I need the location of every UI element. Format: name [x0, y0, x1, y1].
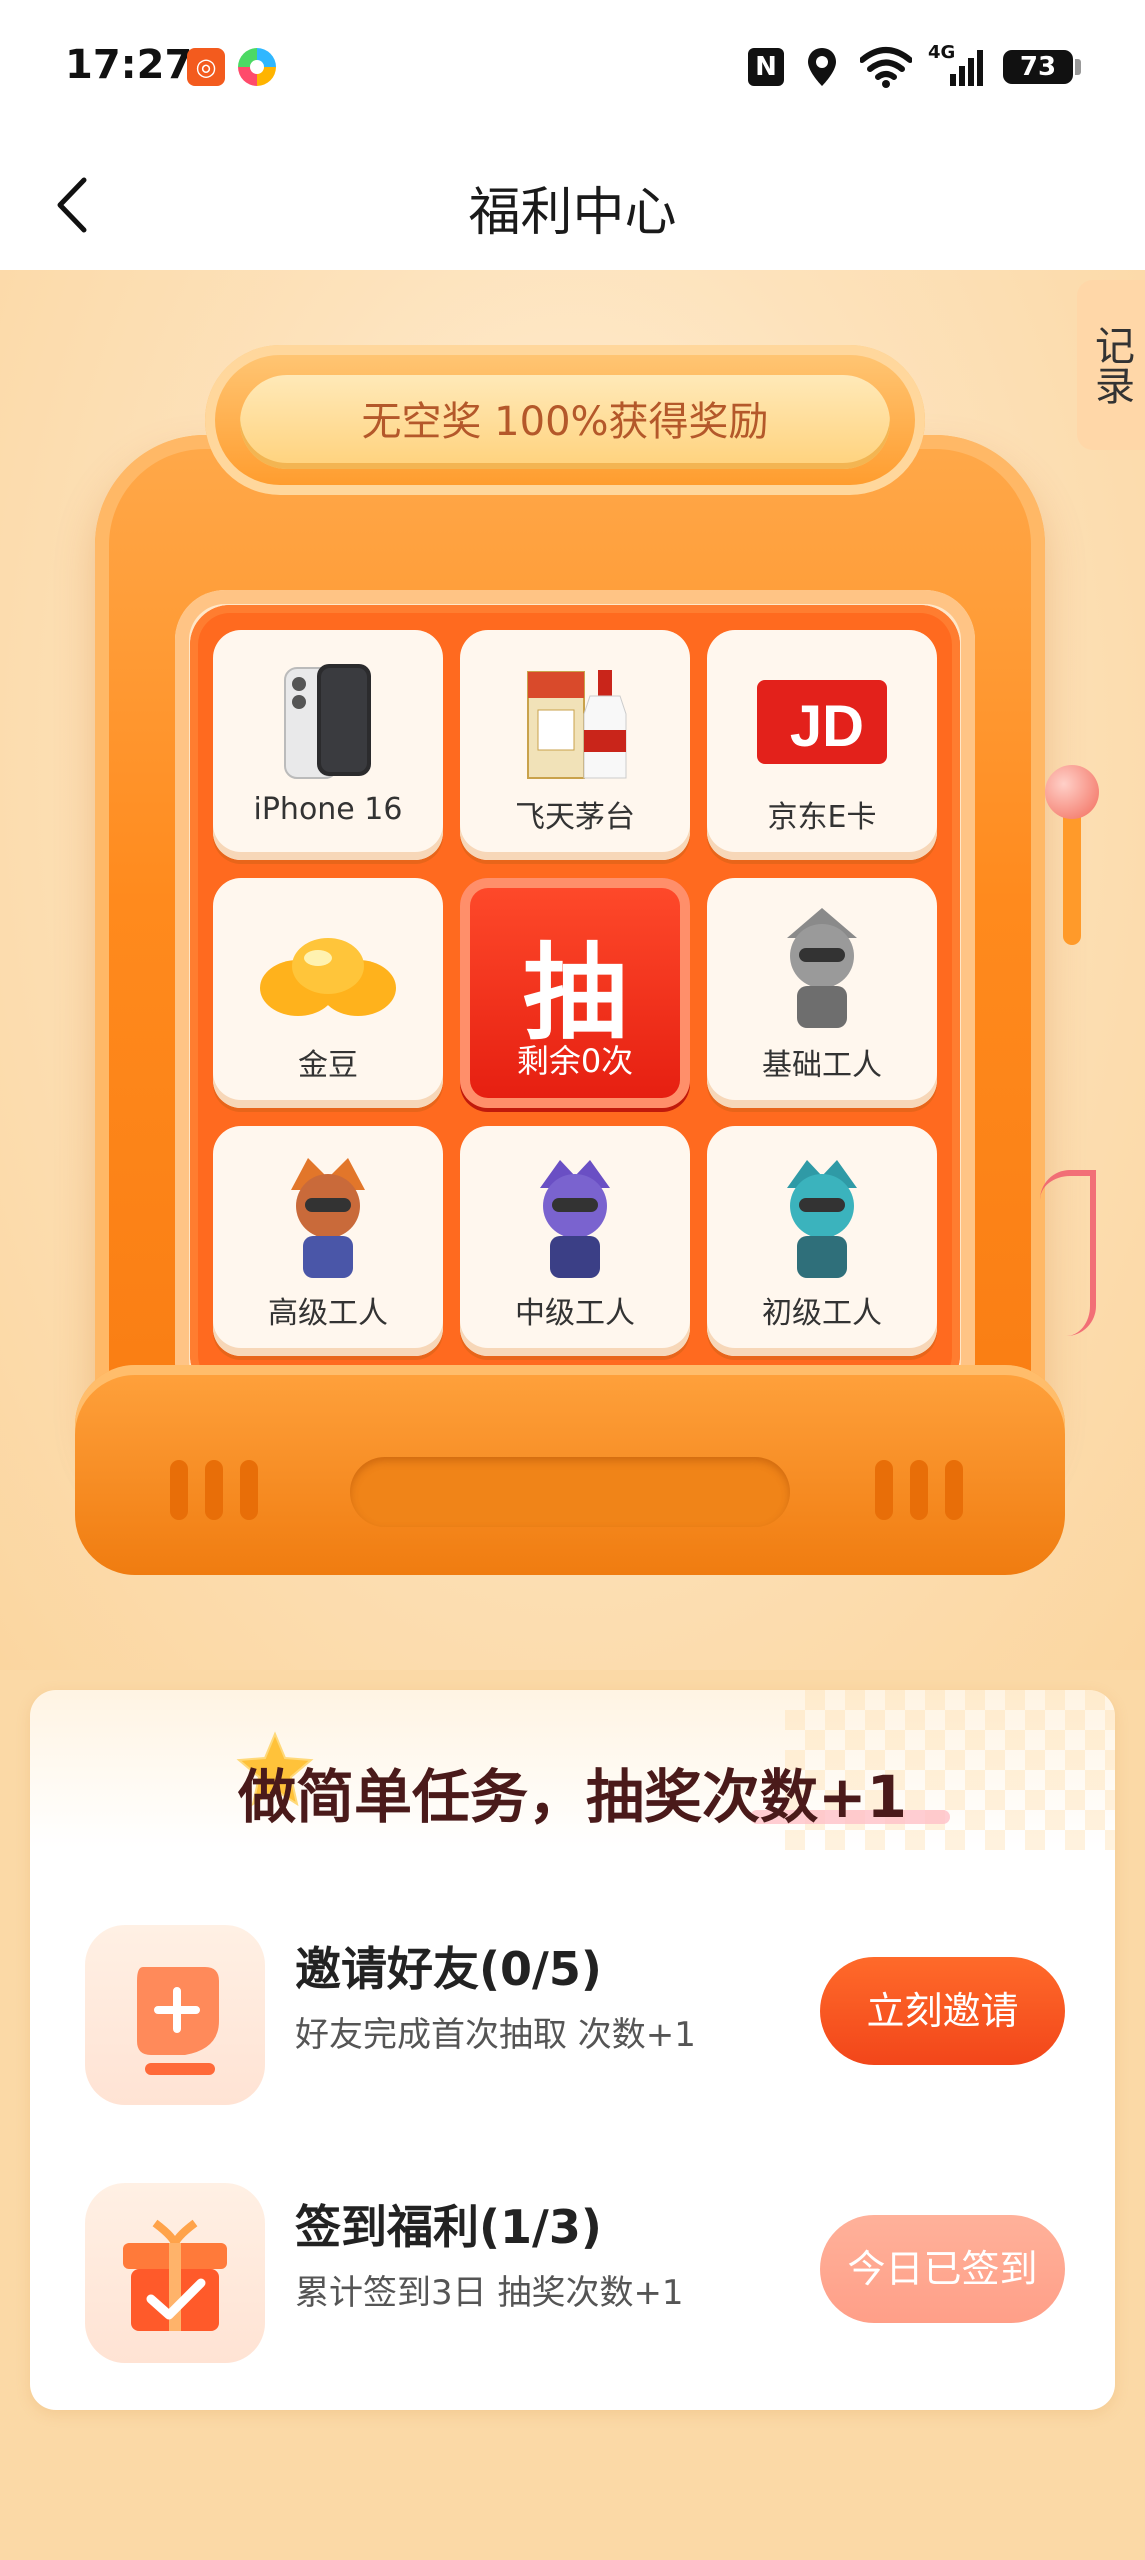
- task-row-checkin: 签到福利(1/3) 累计签到3日 抽奖次数+1 今日已签到: [30, 2173, 1115, 2373]
- prize-label: 高级工人: [268, 1296, 388, 1331]
- intermediate-worker-icon: [540, 1160, 610, 1278]
- invite-friend-icon: [137, 1967, 219, 2075]
- task-row-invite: 邀请好友(0/5) 好友完成首次抽取 次数+1 立刻邀请: [30, 1915, 1115, 2115]
- prize-label: 飞天茅台: [515, 800, 635, 835]
- prize-cell-jd-card: JD 京东E卡: [707, 630, 937, 860]
- prize-label: 金豆: [298, 1048, 358, 1083]
- prize-label: 初级工人: [762, 1296, 882, 1331]
- task-icon-container: [85, 1925, 265, 2105]
- vent: [945, 1460, 963, 1520]
- task-desc: 好友完成首次抽取 次数+1: [295, 2015, 696, 2055]
- gold-bean-icon: [260, 938, 396, 1016]
- prize-label: 京东E卡: [767, 800, 877, 835]
- nfc-icon: N: [748, 48, 784, 86]
- prize-label: 基础工人: [762, 1048, 882, 1083]
- checked-in-today-button[interactable]: 今日已签到: [820, 2215, 1065, 2323]
- battery-indicator: 73: [1003, 50, 1081, 84]
- banner-text: 无空奖 100%获得奖励: [361, 399, 769, 445]
- lottery-hero: 记录 无空奖 100%获得奖励 iPhone 16 飞天茅台 JD 京东E卡 金…: [0, 270, 1145, 1670]
- prize-cell-senior-worker: 高级工人: [213, 1126, 443, 1356]
- prize-cell-iphone: iPhone 16: [213, 630, 443, 860]
- coin-slot: [350, 1457, 790, 1527]
- location-icon: [808, 48, 836, 86]
- status-time: 17:27: [65, 42, 193, 88]
- prize-cell-junior-worker: 初级工人: [707, 1126, 937, 1356]
- gift-check-icon: [123, 2219, 227, 2331]
- ribbon-decoration: [1040, 1170, 1096, 1336]
- junior-worker-icon: [787, 1160, 857, 1278]
- draw-remaining: 剩余0次: [516, 1042, 634, 1080]
- vent: [205, 1460, 223, 1520]
- task-name: 邀请好友(0/5): [295, 1942, 602, 1996]
- lever-knob: [1045, 765, 1099, 819]
- prize-label: iPhone 16: [253, 792, 403, 827]
- prize-cell-basic-worker: 基础工人: [707, 878, 937, 1108]
- prize-cell-moutai: 飞天茅台: [460, 630, 690, 860]
- draw-button[interactable]: 抽 剩余0次: [460, 878, 690, 1108]
- task-section-title: 做简单任务，抽奖次数+1: [238, 1763, 907, 1831]
- vent: [170, 1460, 188, 1520]
- task-desc: 累计签到3日 抽奖次数+1: [295, 2273, 684, 2313]
- signal-icon: [950, 50, 983, 86]
- jd-card-icon: JD: [757, 680, 887, 764]
- kuaishou-app-icon: ◎: [187, 48, 225, 86]
- svg-text:JD: JD: [790, 694, 864, 759]
- nav-bar: 福利中心: [0, 140, 1145, 270]
- lever-stick: [1063, 805, 1081, 945]
- pinwheel-app-icon: [238, 48, 276, 86]
- liquor-icon: [527, 670, 627, 779]
- task-name: 签到福利(1/3): [295, 2200, 602, 2254]
- phone-icon: [284, 664, 371, 779]
- vent: [240, 1460, 258, 1520]
- wifi-icon: [860, 47, 912, 88]
- page-title: 福利中心: [468, 183, 677, 243]
- prize-label: 中级工人: [515, 1296, 635, 1331]
- senior-worker-icon: [291, 1158, 365, 1278]
- slot-machine: 无空奖 100%获得奖励 iPhone 16 飞天茅台 JD 京东E卡 金豆 抽…: [75, 345, 1099, 1575]
- status-bar: 17:27 ◎ N 4G 73: [0, 0, 1145, 140]
- task-icon-container: [85, 2183, 265, 2363]
- invite-now-button[interactable]: 立刻邀请: [820, 1957, 1065, 2065]
- task-card: 做简单任务，抽奖次数+1 邀请好友(0/5) 好友完成首次抽取 次数+1 立刻邀…: [30, 1690, 1115, 2410]
- basic-worker-icon: [787, 908, 857, 1028]
- records-tab[interactable]: 记录: [1077, 280, 1145, 450]
- vent: [910, 1460, 928, 1520]
- prize-cell-intermediate-worker: 中级工人: [460, 1126, 690, 1356]
- prize-cell-gold-bean: 金豆: [213, 878, 443, 1108]
- vent: [875, 1460, 893, 1520]
